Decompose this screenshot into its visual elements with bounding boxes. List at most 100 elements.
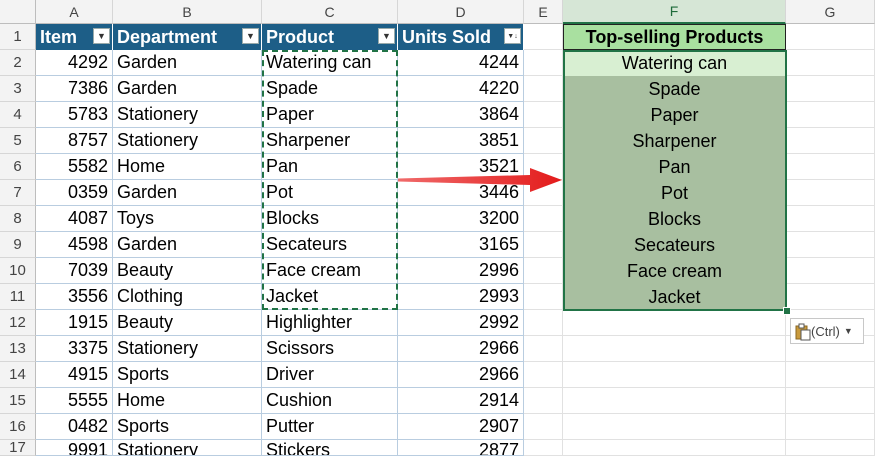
filter-dropdown-icon[interactable]: ▼	[378, 28, 395, 44]
column-header-b[interactable]: B	[113, 0, 262, 24]
cell-department[interactable]: Beauty	[113, 258, 262, 284]
empty-cell[interactable]	[563, 362, 786, 388]
cell-item[interactable]: 4087	[36, 206, 113, 232]
row-header-7[interactable]: 7	[0, 180, 36, 206]
empty-cell[interactable]	[524, 258, 563, 284]
cell-department[interactable]: Stationery	[113, 128, 262, 154]
top-selling-item[interactable]: Jacket	[563, 284, 786, 310]
empty-cell[interactable]	[786, 76, 875, 102]
empty-cell[interactable]	[786, 258, 875, 284]
select-all-corner[interactable]	[0, 0, 36, 24]
empty-cell[interactable]	[786, 388, 875, 414]
empty-cell[interactable]	[786, 128, 875, 154]
cell-product[interactable]: Watering can	[262, 50, 398, 76]
cell-item[interactable]: 5783	[36, 102, 113, 128]
row-header-2[interactable]: 2	[0, 50, 36, 76]
cell-product[interactable]: Blocks	[262, 206, 398, 232]
row-header-1[interactable]: 1	[0, 24, 36, 50]
empty-cell[interactable]	[786, 440, 875, 456]
column-header-d[interactable]: D	[398, 0, 524, 24]
filter-dropdown-icon[interactable]: ▼	[242, 28, 259, 44]
row-header-17[interactable]: 17	[0, 439, 36, 456]
cell-product[interactable]: Sharpener	[262, 128, 398, 154]
top-selling-item[interactable]: Paper	[563, 102, 786, 128]
cell-product[interactable]: Pan	[262, 154, 398, 180]
cell-units-sold[interactable]: 2914	[398, 388, 524, 414]
empty-cell[interactable]	[524, 310, 563, 336]
top-selling-item[interactable]: Sharpener	[563, 128, 786, 154]
cell-product[interactable]: Cushion	[262, 388, 398, 414]
top-selling-item[interactable]: Pan	[563, 154, 786, 180]
cell-product[interactable]: Secateurs	[262, 232, 398, 258]
cell-product[interactable]: Face cream	[262, 258, 398, 284]
cell-units-sold[interactable]: 3200	[398, 206, 524, 232]
cell-product[interactable]: Pot	[262, 180, 398, 206]
top-selling-item[interactable]: Watering can	[563, 50, 786, 76]
column-header-f[interactable]: F	[563, 0, 786, 24]
cell-product[interactable]: Driver	[262, 362, 398, 388]
cell-product[interactable]: Stickers	[262, 440, 398, 456]
empty-cell[interactable]	[786, 414, 875, 440]
column-header-g[interactable]: G	[786, 0, 875, 24]
row-header-3[interactable]: 3	[0, 76, 36, 102]
top-selling-item[interactable]: Secateurs	[563, 232, 786, 258]
cell-item[interactable]: 0359	[36, 180, 113, 206]
top-selling-item[interactable]: Blocks	[563, 206, 786, 232]
spreadsheet-grid[interactable]: A B C D E F G 1 2 3 4 5 6 7 8 9 10 11 12 13 14 15 16 17 …	[0, 0, 875, 456]
cell-product[interactable]: Spade	[262, 76, 398, 102]
row-header-16[interactable]: 16	[0, 414, 36, 440]
cell-department[interactable]: Stationery	[113, 102, 262, 128]
empty-cell[interactable]	[563, 440, 786, 456]
cell-item[interactable]: 4915	[36, 362, 113, 388]
cell-department[interactable]: Garden	[113, 76, 262, 102]
empty-cell[interactable]	[563, 414, 786, 440]
cell-item[interactable]: 4598	[36, 232, 113, 258]
empty-cell[interactable]	[786, 50, 875, 76]
empty-cell[interactable]	[524, 76, 563, 102]
cell-product[interactable]: Jacket	[262, 284, 398, 310]
row-header-10[interactable]: 10	[0, 258, 36, 284]
empty-cell[interactable]	[786, 284, 875, 310]
cell-units-sold[interactable]: 2966	[398, 336, 524, 362]
empty-cell[interactable]	[786, 362, 875, 388]
row-header-6[interactable]: 6	[0, 154, 36, 180]
cell-department[interactable]: Home	[113, 388, 262, 414]
cell-department[interactable]: Garden	[113, 232, 262, 258]
cell-product[interactable]: Highlighter	[262, 310, 398, 336]
cell-department[interactable]: Clothing	[113, 284, 262, 310]
table-header-product[interactable]: Product ▼	[262, 24, 398, 50]
empty-cell[interactable]	[524, 440, 563, 456]
cell-product[interactable]: Putter	[262, 414, 398, 440]
cell-product[interactable]: Scissors	[262, 336, 398, 362]
cell-department[interactable]: Stationery	[113, 440, 262, 456]
row-header-9[interactable]: 9	[0, 232, 36, 258]
empty-cell[interactable]	[524, 414, 563, 440]
sort-descending-icon[interactable]: ▼↓	[504, 28, 521, 44]
cell-units-sold[interactable]: 2966	[398, 362, 524, 388]
cell-item[interactable]: 3375	[36, 336, 113, 362]
top-selling-item[interactable]: Pot	[563, 180, 786, 206]
column-header-e[interactable]: E	[524, 0, 563, 24]
table-header-department[interactable]: Department ▼	[113, 24, 262, 50]
table-header-units-sold[interactable]: Units Sold ▼↓	[398, 24, 524, 50]
cell-units-sold[interactable]: 3864	[398, 102, 524, 128]
empty-cell[interactable]	[524, 50, 563, 76]
top-selling-item[interactable]: Spade	[563, 76, 786, 102]
cell-units-sold[interactable]: 2993	[398, 284, 524, 310]
top-selling-item[interactable]: Face cream	[563, 258, 786, 284]
row-header-15[interactable]: 15	[0, 388, 36, 414]
cell-item[interactable]: 7039	[36, 258, 113, 284]
cell-item[interactable]: 5582	[36, 154, 113, 180]
cell-department[interactable]: Sports	[113, 414, 262, 440]
empty-cell[interactable]	[524, 102, 563, 128]
cell-item[interactable]: 8757	[36, 128, 113, 154]
table-header-item[interactable]: Item ▼	[36, 24, 113, 50]
cell-item[interactable]: 1915	[36, 310, 113, 336]
empty-cell[interactable]	[524, 232, 563, 258]
row-header-13[interactable]: 13	[0, 336, 36, 362]
empty-cell[interactable]	[786, 24, 875, 50]
row-header-12[interactable]: 12	[0, 310, 36, 336]
fill-handle[interactable]	[783, 307, 791, 315]
cell-department[interactable]: Home	[113, 154, 262, 180]
empty-cell[interactable]	[524, 128, 563, 154]
